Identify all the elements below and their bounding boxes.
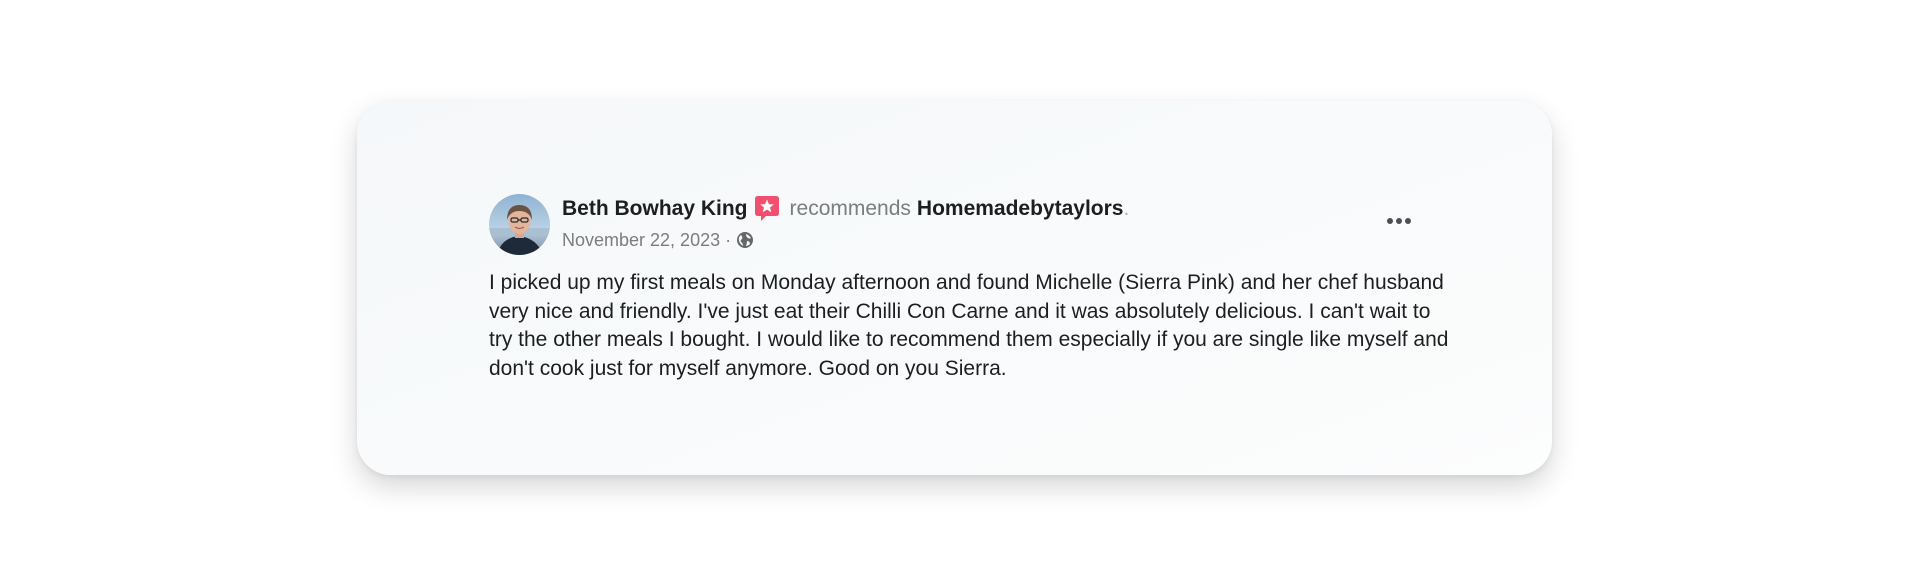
page: Beth Bowhay King recommends Homemadebyta… xyxy=(0,0,1920,576)
review-card: Beth Bowhay King recommends Homemadebyta… xyxy=(357,101,1552,475)
action-text: recommends xyxy=(789,197,911,220)
review-text: I picked up my first meals on Monday aft… xyxy=(489,271,1449,380)
post-meta: November 22, 2023 · xyxy=(562,228,754,252)
page-name-link[interactable]: Homemadebytaylors xyxy=(917,197,1124,221)
author-name[interactable]: Beth Bowhay King xyxy=(562,197,748,221)
more-options-icon xyxy=(1387,218,1393,224)
post-date[interactable]: November 22, 2023 xyxy=(562,230,720,251)
post-header: Beth Bowhay King recommends Homemadebyta… xyxy=(562,194,1129,224)
more-options-dot xyxy=(1405,218,1411,224)
more-options-dot xyxy=(1396,218,1402,224)
avatar[interactable] xyxy=(489,194,550,255)
meta-separator: · xyxy=(725,229,732,250)
recommend-star-icon xyxy=(754,195,780,223)
more-options-button[interactable] xyxy=(1384,209,1414,233)
globe-icon[interactable] xyxy=(736,231,754,249)
avatar-image xyxy=(489,194,550,255)
header-period: . xyxy=(1123,197,1130,220)
